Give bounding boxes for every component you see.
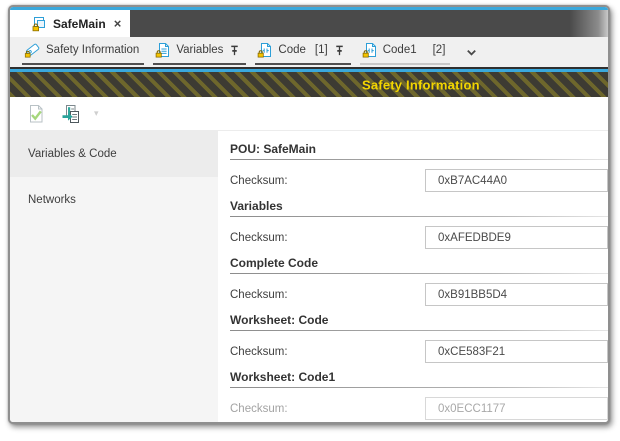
- heading-rule: [230, 387, 608, 388]
- checksum-value-field[interactable]: [425, 169, 608, 192]
- checksum-row: Checksum:: [230, 340, 608, 363]
- banner-title: Safety Information: [362, 77, 480, 92]
- variables-doc-icon: [155, 42, 171, 58]
- heading-rule: [230, 330, 608, 331]
- pou-lock-icon: [31, 16, 47, 32]
- heading-rule: [230, 159, 608, 160]
- checksum-row: Checksum:: [230, 283, 608, 306]
- panel-tab-code[interactable]: Code [1]: [255, 39, 350, 65]
- panel-tab-label: Code: [278, 44, 306, 56]
- section-heading: POU: SafeMain: [230, 143, 608, 156]
- panel-tab-label: Variables: [176, 44, 223, 56]
- code-doc-icon: [257, 42, 273, 58]
- panel-tab-label: Code1: [383, 44, 417, 56]
- panel-tab-variables[interactable]: Variables: [153, 39, 246, 65]
- section-heading: Worksheet: Code1: [230, 371, 608, 384]
- checksum-row: Checksum:: [230, 226, 608, 249]
- panel-tab-safety-information[interactable]: Safety Information: [22, 39, 144, 65]
- document-tab-bar: SafeMain ×: [10, 10, 608, 37]
- safety-tag-icon: [24, 43, 41, 58]
- heading-rule: [230, 273, 608, 274]
- pin-icon[interactable]: [228, 44, 241, 57]
- content-area: Variables & Code Networks POU: SafeMain …: [10, 131, 608, 422]
- chevron-down-icon[interactable]: [465, 46, 478, 59]
- checksum-value-field[interactable]: [425, 283, 608, 306]
- checksum-label: Checksum:: [230, 346, 425, 358]
- sidebar-item-label: Variables & Code: [28, 148, 117, 160]
- panel-tab-count: [2]: [433, 44, 446, 56]
- section-complete-code: Complete Code Checksum:: [230, 257, 608, 306]
- section-heading: Worksheet: Code: [230, 314, 608, 327]
- section-heading: Complete Code: [230, 257, 608, 270]
- dropdown-arrow-icon[interactable]: ▾: [94, 108, 99, 119]
- section-variables: Variables Checksum:: [230, 200, 608, 249]
- tab-spacer: [10, 10, 22, 37]
- sidebar: Variables & Code Networks: [10, 131, 218, 422]
- section-worksheet-code1: Worksheet: Code1 Checksum:: [230, 371, 608, 420]
- checksum-label: Checksum:: [230, 289, 425, 301]
- panel-tab-label: Safety Information: [46, 44, 139, 56]
- checksum-row: Checksum:: [230, 169, 608, 192]
- heading-rule: [230, 216, 608, 217]
- safety-hazard-banner: Safety Information: [10, 72, 608, 97]
- section-pou: POU: SafeMain Checksum:: [230, 143, 608, 192]
- checksum-row: Checksum:: [230, 397, 608, 420]
- safety-editor-window: SafeMain × Safety Information: [8, 5, 610, 424]
- checksum-label: Checksum:: [230, 232, 425, 244]
- checksum-label: Checksum:: [230, 175, 425, 187]
- validate-document-icon[interactable]: [24, 102, 48, 126]
- section-heading: Variables: [230, 200, 608, 213]
- export-copy-icon[interactable]: [58, 102, 82, 126]
- panel-tab-code1[interactable]: Code1 [2]: [360, 39, 451, 65]
- checksum-value-field[interactable]: [425, 397, 608, 420]
- sidebar-item-networks[interactable]: Networks: [10, 177, 218, 223]
- tab-bar-filler: [130, 10, 608, 37]
- section-worksheet-code: Worksheet: Code Checksum:: [230, 314, 608, 363]
- panel-tab-count: [1]: [315, 44, 328, 56]
- sidebar-item-label: Networks: [28, 194, 76, 206]
- safety-info-panel: POU: SafeMain Checksum: Variables Checks…: [218, 131, 608, 422]
- sidebar-item-variables-and-code[interactable]: Variables & Code: [10, 131, 218, 177]
- panel-tab-bar: Safety Information Variables: [10, 37, 608, 67]
- close-icon[interactable]: ×: [114, 16, 122, 31]
- tab-safemain[interactable]: SafeMain ×: [22, 10, 130, 37]
- tab-title: SafeMain: [53, 17, 106, 31]
- code-doc-icon: [362, 42, 378, 58]
- checksum-label: Checksum:: [230, 403, 425, 415]
- checksum-value-field[interactable]: [425, 226, 608, 249]
- checksum-value-field[interactable]: [425, 340, 608, 363]
- toolbar: ▾: [10, 97, 608, 131]
- pin-icon[interactable]: [333, 44, 346, 57]
